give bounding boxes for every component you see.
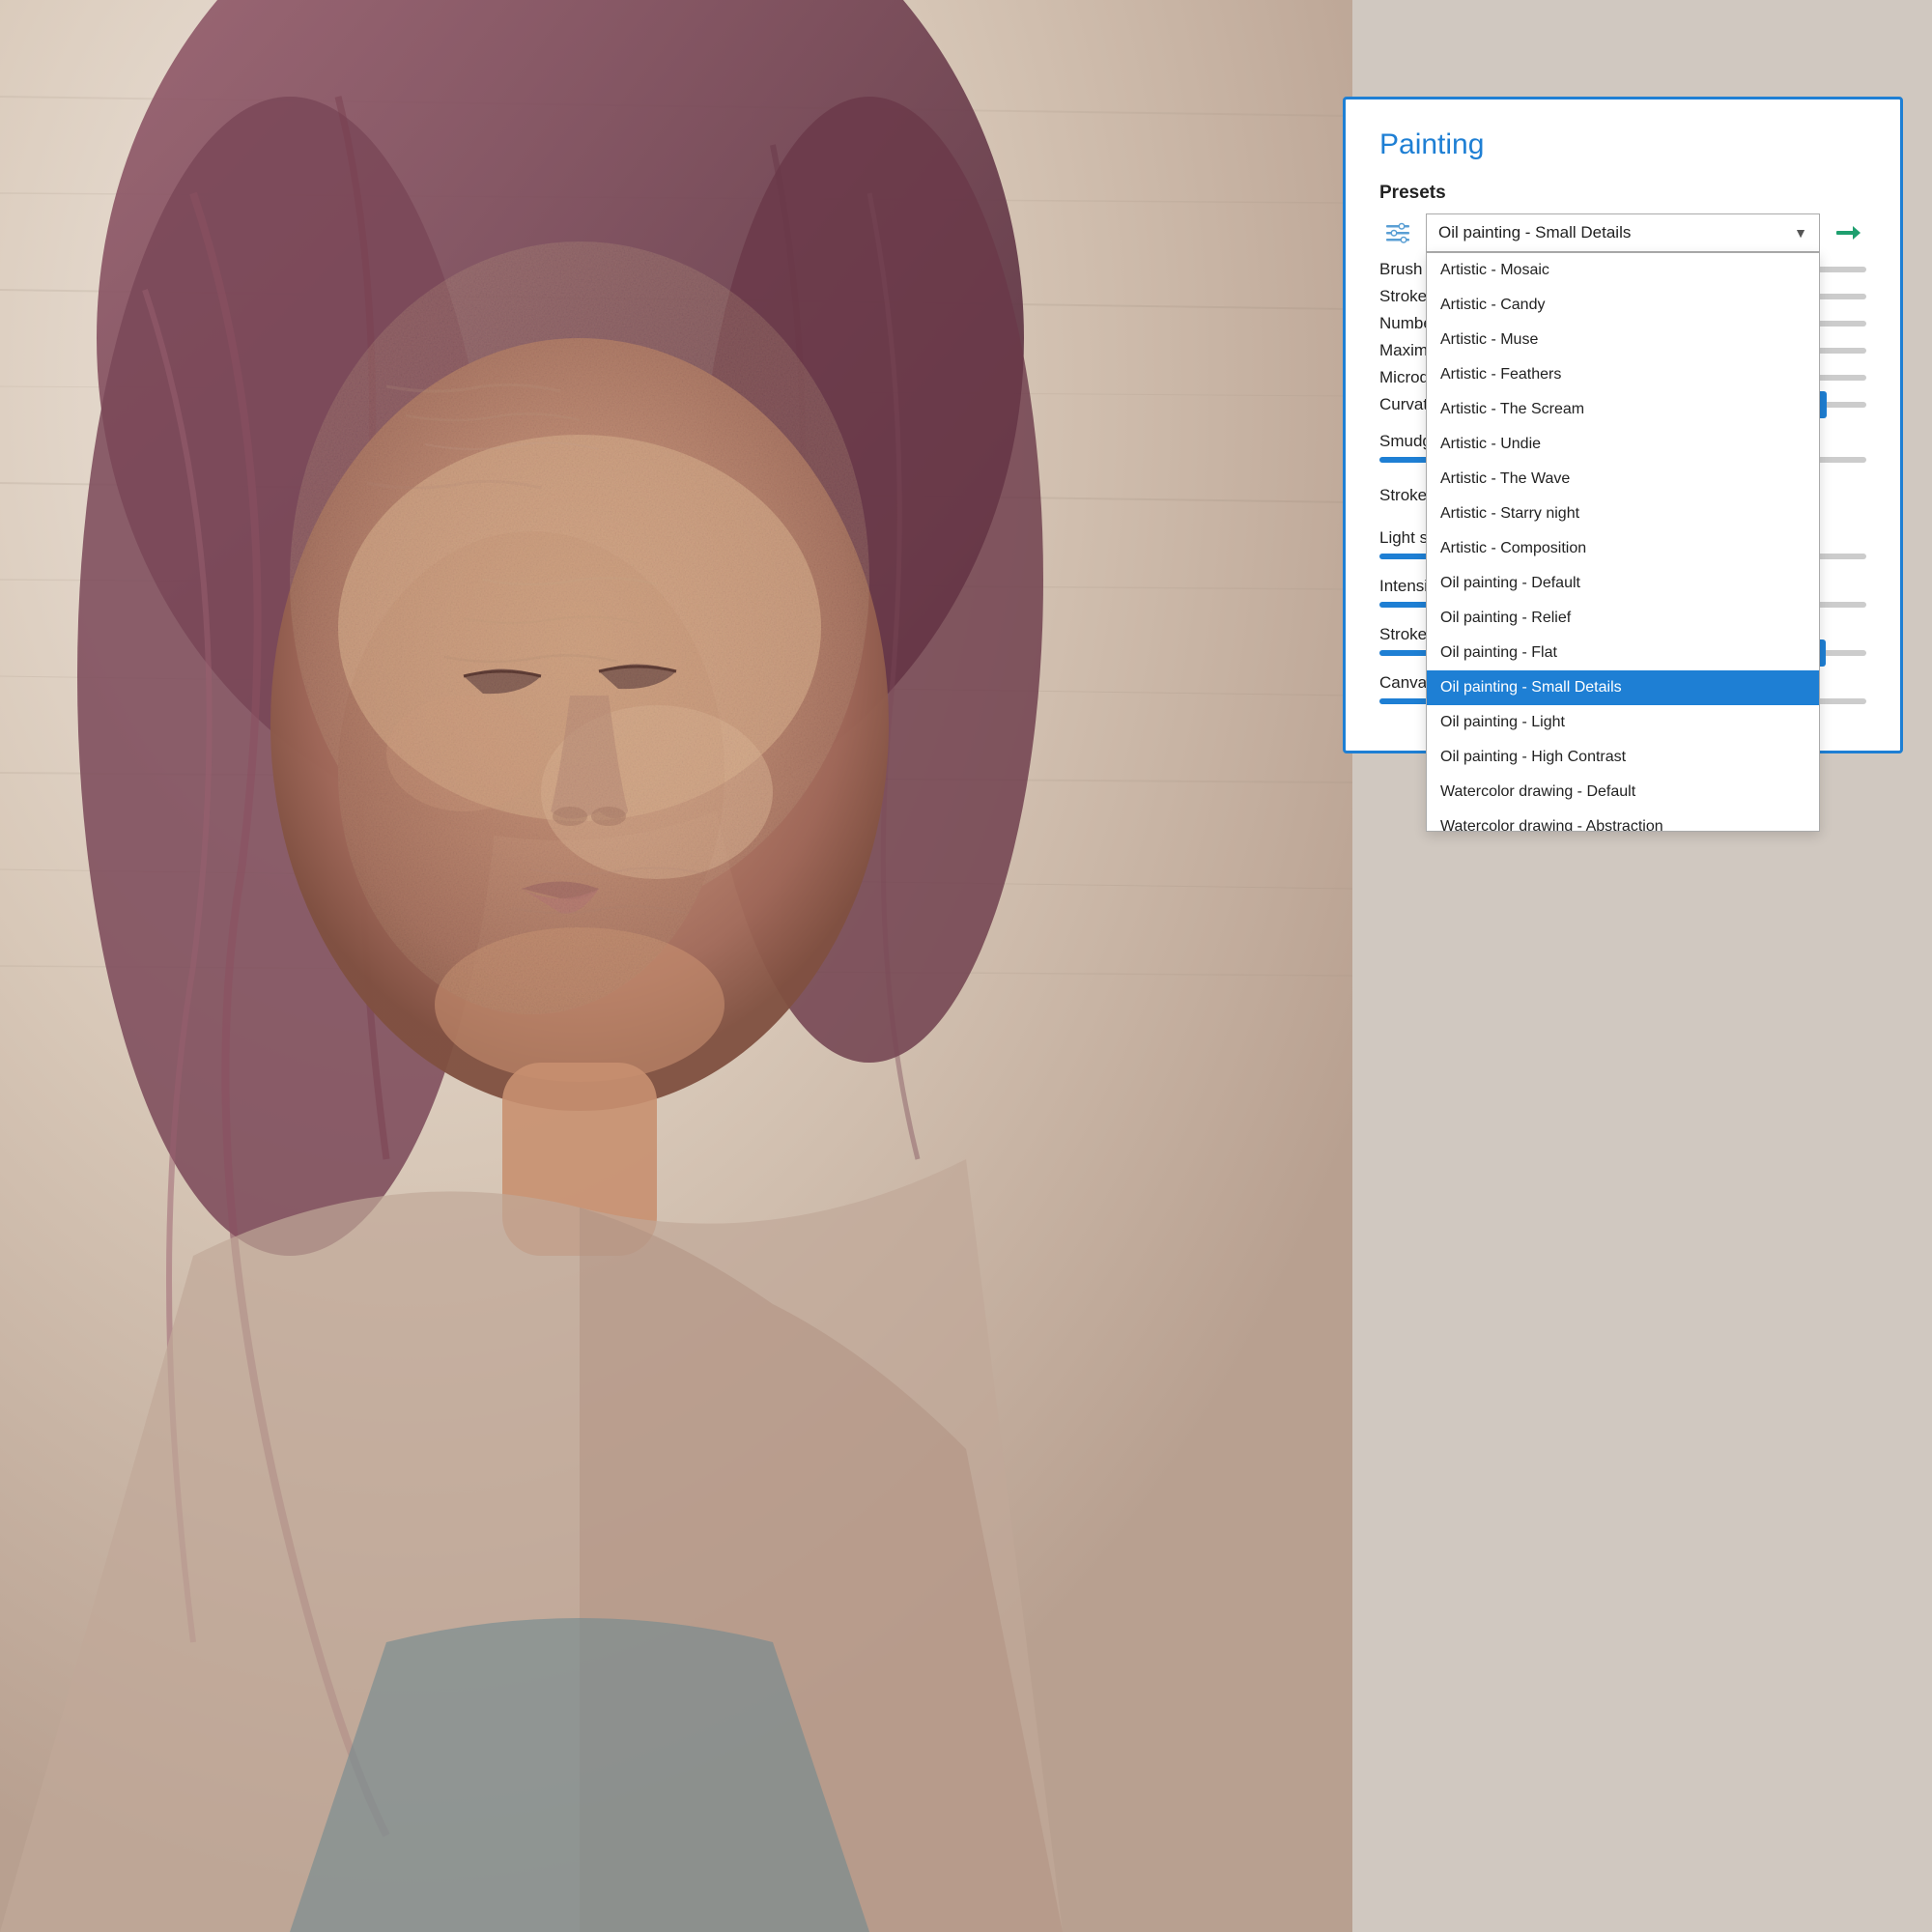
portrait-background — [0, 0, 1352, 1932]
chevron-down-icon: ▼ — [1794, 225, 1807, 241]
dropdown-item-8[interactable]: Artistic - Composition — [1427, 531, 1819, 566]
sliders-icon-button[interactable] — [1379, 214, 1416, 251]
preset-select-display[interactable]: Oil painting - Small Details ▼ — [1426, 213, 1820, 252]
dropdown-item-12[interactable]: Oil painting - Small Details — [1427, 670, 1819, 705]
dropdown-item-15[interactable]: Watercolor drawing - Default — [1427, 775, 1819, 810]
dropdown-item-7[interactable]: Artistic - Starry night — [1427, 497, 1819, 531]
presets-row: Oil painting - Small Details ▼ Artistic … — [1379, 213, 1866, 252]
preset-selected-value: Oil painting - Small Details — [1438, 223, 1631, 242]
dropdown-item-0[interactable]: Artistic - Mosaic — [1427, 253, 1819, 288]
dropdown-item-10[interactable]: Oil painting - Relief — [1427, 601, 1819, 636]
dropdown-item-14[interactable]: Oil painting - High Contrast — [1427, 740, 1819, 775]
presets-label: Presets — [1379, 183, 1866, 204]
sliders-icon — [1384, 219, 1411, 246]
arrow-right-button[interactable] — [1830, 214, 1866, 251]
dropdown-item-1[interactable]: Artistic - Candy — [1427, 288, 1819, 323]
dropdown-item-11[interactable]: Oil painting - Flat — [1427, 636, 1819, 670]
dropdown-item-16[interactable]: Watercolor drawing - Abstraction — [1427, 810, 1819, 832]
dropdown-item-6[interactable]: Artistic - The Wave — [1427, 462, 1819, 497]
preset-select-wrapper: Oil painting - Small Details ▼ Artistic … — [1426, 213, 1820, 252]
panel-title: Painting — [1379, 128, 1866, 161]
painting-panel: Painting Presets Oil painting - Small De… — [1343, 97, 1903, 753]
dropdown-item-4[interactable]: Artistic - The Scream — [1427, 392, 1819, 427]
dropdown-item-3[interactable]: Artistic - Feathers — [1427, 357, 1819, 392]
dropdown-item-5[interactable]: Artistic - Undie — [1427, 427, 1819, 462]
dropdown-item-2[interactable]: Artistic - Muse — [1427, 323, 1819, 357]
dropdown-item-9[interactable]: Oil painting - Default — [1427, 566, 1819, 601]
dropdown-item-13[interactable]: Oil painting - Light — [1427, 705, 1819, 740]
arrow-right-icon — [1834, 219, 1861, 246]
preset-dropdown-list: Artistic - MosaicArtistic - CandyArtisti… — [1426, 252, 1820, 832]
